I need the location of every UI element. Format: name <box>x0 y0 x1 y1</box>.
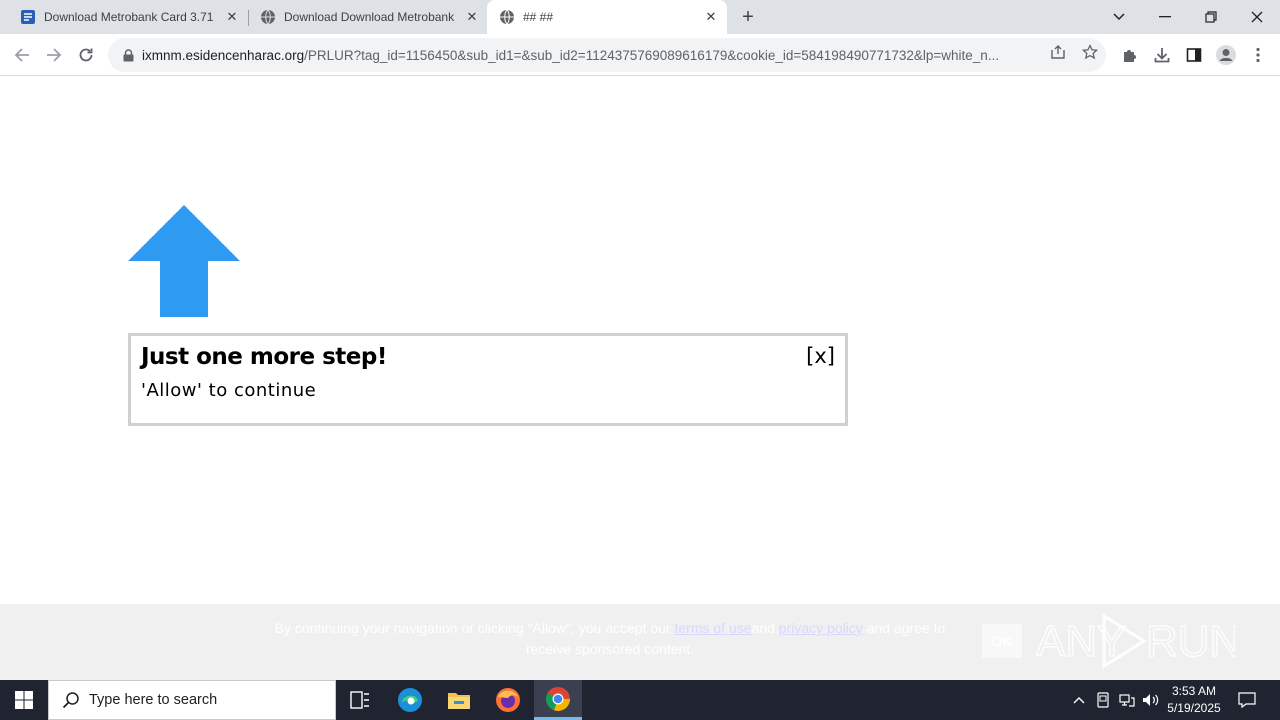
minimize-icon[interactable] <box>1142 0 1188 34</box>
task-view-icon[interactable] <box>336 680 384 720</box>
svg-text:RUN: RUN <box>1146 617 1236 666</box>
svg-text:ANY: ANY <box>1036 617 1126 666</box>
popup-close-button[interactable]: [x] <box>806 344 835 368</box>
close-window-icon[interactable] <box>1234 0 1280 34</box>
restore-icon[interactable] <box>1188 0 1234 34</box>
allow-popup: Just one more step! 'Allow' to continue … <box>128 333 848 426</box>
url-path: /PRLUR?tag_id=1156450&sub_id1=&sub_id2=1… <box>304 47 1000 63</box>
consent-text-before: By continuing your navigation or clickin… <box>274 620 671 636</box>
file-explorer-icon[interactable] <box>435 680 483 720</box>
download-icon[interactable] <box>1148 41 1176 69</box>
show-hidden-icons-chevron-icon[interactable] <box>1068 680 1090 720</box>
address-bar[interactable]: ixmnm.esidencenharac.org/PRLUR?tag_id=11… <box>108 38 1106 72</box>
tab-title: Download Metrobank Card 3.71 <box>44 10 214 24</box>
bookmark-star-icon[interactable] <box>1080 42 1100 62</box>
taskbar-clock[interactable]: 3:53 AM 5/19/2025 <box>1164 683 1224 717</box>
tab-strip: Download Metrobank Card 3.71 ✕ Download … <box>0 0 1280 34</box>
url-text[interactable]: ixmnm.esidencenharac.org/PRLUR?tag_id=11… <box>142 48 1032 63</box>
close-tab-icon[interactable]: ✕ <box>464 9 480 25</box>
privacy-policy-link[interactable]: privacy policy <box>779 620 863 636</box>
profile-avatar-icon[interactable] <box>1212 41 1240 69</box>
taskbar-search-box[interactable]: Type here to search <box>48 680 336 720</box>
volume-icon[interactable] <box>1140 680 1162 720</box>
clock-time: 3:53 AM <box>1171 684 1217 698</box>
browser-chrome: Download Metrobank Card 3.71 ✕ Download … <box>0 0 1280 77</box>
close-tab-icon[interactable]: ✕ <box>224 9 240 25</box>
browser-toolbar: ixmnm.esidencenharac.org/PRLUR?tag_id=11… <box>0 34 1280 76</box>
share-icon[interactable] <box>1048 42 1068 62</box>
side-panel-icon[interactable] <box>1180 41 1208 69</box>
url-host: ixmnm.esidencenharac.org <box>142 47 305 63</box>
tab-download-metrobank[interactable]: Download Download Metrobank ✕ <box>248 0 488 34</box>
consent-ok-button[interactable]: OK <box>982 624 1022 658</box>
tab-title: Download Download Metrobank <box>284 10 455 24</box>
network-icon[interactable] <box>1116 680 1138 720</box>
reload-icon[interactable] <box>72 41 100 69</box>
forward-arrow-icon[interactable] <box>40 41 68 69</box>
close-tab-icon[interactable]: ✕ <box>703 9 719 25</box>
chrome-icon[interactable] <box>534 680 582 720</box>
consent-text: By continuing your navigation or clickin… <box>270 618 950 660</box>
firefox-icon[interactable] <box>484 680 532 720</box>
tab-search-chevron-icon[interactable] <box>1096 0 1142 34</box>
search-icon <box>61 691 81 709</box>
notifications-icon[interactable] <box>1232 680 1262 720</box>
consent-text-mid: and <box>751 620 775 636</box>
tab-active[interactable]: ## ## ✕ <box>487 0 727 34</box>
globe-icon <box>499 9 515 25</box>
consent-banner: By continuing your navigation or clickin… <box>0 604 1280 680</box>
up-arrow-icon <box>128 205 240 317</box>
device-icon[interactable] <box>1092 680 1114 720</box>
popup-subtext: 'Allow' to continue <box>141 380 317 401</box>
app-favicon-icon <box>20 9 36 25</box>
anyrun-watermark-logo: ANY RUN <box>1035 608 1242 674</box>
windows-taskbar: Type here to search 3:53 AM 5/19/2025 <box>0 680 1280 720</box>
clock-date: 5/19/2025 <box>1167 701 1221 715</box>
web-page: Just one more step! 'Allow' to continue … <box>0 77 1280 680</box>
windows-start-icon[interactable] <box>0 680 48 720</box>
kebab-menu-icon[interactable] <box>1244 41 1272 69</box>
back-arrow-icon[interactable] <box>8 41 36 69</box>
tab-title: ## ## <box>523 10 554 24</box>
terms-of-use-link[interactable]: terms of use <box>675 620 752 636</box>
tab-metrobank-card[interactable]: Download Metrobank Card 3.71 ✕ <box>8 0 248 34</box>
lock-icon[interactable] <box>120 48 136 62</box>
search-placeholder: Type here to search <box>89 692 218 708</box>
new-tab-button[interactable]: + <box>736 5 760 29</box>
extensions-puzzle-icon[interactable] <box>1116 41 1144 69</box>
edge-icon[interactable] <box>386 680 434 720</box>
globe-icon <box>260 9 276 25</box>
popup-heading: Just one more step! <box>141 344 387 370</box>
